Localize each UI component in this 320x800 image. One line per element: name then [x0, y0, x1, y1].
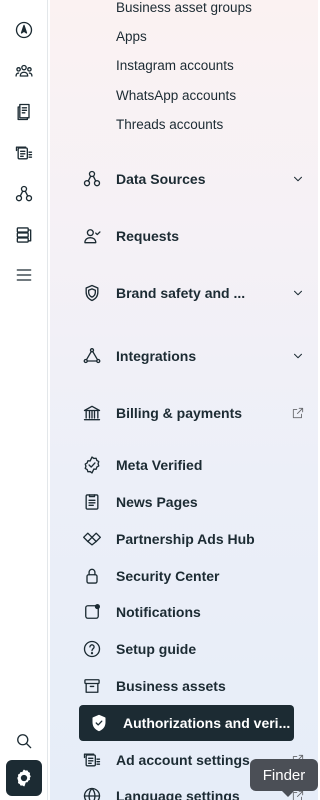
nav-item-label: Security Center: [116, 568, 220, 584]
sub-item-apps[interactable]: Apps: [116, 29, 147, 44]
nav-item-label: Data Sources: [116, 171, 206, 187]
nav-item-integrations[interactable]: Integrations: [80, 341, 308, 371]
nav-item-label: Billing & payments: [116, 405, 243, 421]
nav-item-news-pages[interactable]: News Pages: [80, 487, 308, 517]
menu-icon[interactable]: [8, 259, 40, 291]
search-icon[interactable]: [8, 725, 40, 757]
sub-item-threads-accounts[interactable]: Threads accounts: [116, 117, 223, 132]
nav-item-label: Partnership Ads Hub: [116, 531, 255, 547]
data-sources-icon[interactable]: [8, 178, 40, 210]
archive-icon: [80, 674, 104, 698]
external-link-icon[interactable]: [288, 403, 308, 423]
nav-item-label: Brand safety and ...: [116, 285, 246, 301]
help-icon: [80, 637, 104, 661]
people-icon[interactable]: [8, 55, 40, 87]
nav-item-label: Meta Verified: [116, 457, 203, 473]
nav-item-meta-verified[interactable]: Meta Verified: [80, 450, 308, 480]
nav-item-business-assets[interactable]: Business assets: [80, 671, 308, 701]
lock-icon: [80, 564, 104, 588]
nav-item-label: Integrations: [116, 348, 197, 364]
sub-item-instagram-accounts[interactable]: Instagram accounts: [116, 58, 234, 73]
nav-item-label: Authorizations and veri...: [123, 715, 291, 731]
bank-icon: [80, 401, 104, 425]
nav-item-security-center[interactable]: Security Center: [80, 561, 308, 591]
catalog-icon[interactable]: [8, 219, 40, 251]
notification-icon: [80, 600, 104, 624]
nav-item-authorizations[interactable]: Authorizations and veri...: [79, 705, 294, 741]
nav-item-label: News Pages: [116, 494, 198, 510]
compass-icon[interactable]: [8, 14, 40, 46]
data-sources-icon: [80, 167, 104, 191]
nav-item-billing-payments[interactable]: Billing & payments: [80, 398, 308, 428]
nav-item-setup-guide[interactable]: Setup guide: [80, 634, 308, 664]
settings-icon[interactable]: [6, 760, 42, 796]
chevron-down-icon[interactable]: [288, 346, 308, 366]
person-check-icon: [80, 224, 104, 248]
nav-item-partnership-ads-hub[interactable]: Partnership Ads Hub: [80, 524, 308, 554]
sub-item-business-asset-groups[interactable]: Business asset groups: [116, 0, 252, 15]
finder-tooltip: Finder: [250, 759, 318, 797]
pages-icon[interactable]: [8, 96, 40, 128]
nav-item-notifications[interactable]: Notifications: [80, 597, 308, 627]
verified-badge-icon: [80, 453, 104, 477]
integrations-icon: [80, 344, 104, 368]
nav-item-label: Requests: [116, 228, 180, 244]
sub-item-whatsapp-accounts[interactable]: WhatsApp accounts: [116, 88, 236, 103]
shield-icon: [80, 281, 104, 305]
nav-item-data-sources[interactable]: Data Sources: [80, 164, 308, 194]
icon-rail: [0, 0, 48, 800]
ad-account-icon: [80, 748, 104, 772]
chevron-down-icon[interactable]: [288, 169, 308, 189]
nav-item-brand-safety[interactable]: Brand safety and ...: [80, 278, 308, 308]
handshake-icon: [80, 527, 104, 551]
chevron-down-icon[interactable]: [288, 283, 308, 303]
globe-icon: [80, 784, 104, 800]
settings-panel: Business asset groups Apps Instagram acc…: [50, 0, 318, 800]
ad-accounts-icon[interactable]: [8, 137, 40, 169]
nav-item-label: Notifications: [116, 604, 201, 620]
nav-item-label: Setup guide: [116, 641, 197, 657]
news-icon: [80, 490, 104, 514]
nav-item-requests[interactable]: Requests: [80, 221, 308, 251]
nav-item-label: Business assets: [116, 678, 226, 694]
shield-check-icon: [87, 711, 111, 735]
